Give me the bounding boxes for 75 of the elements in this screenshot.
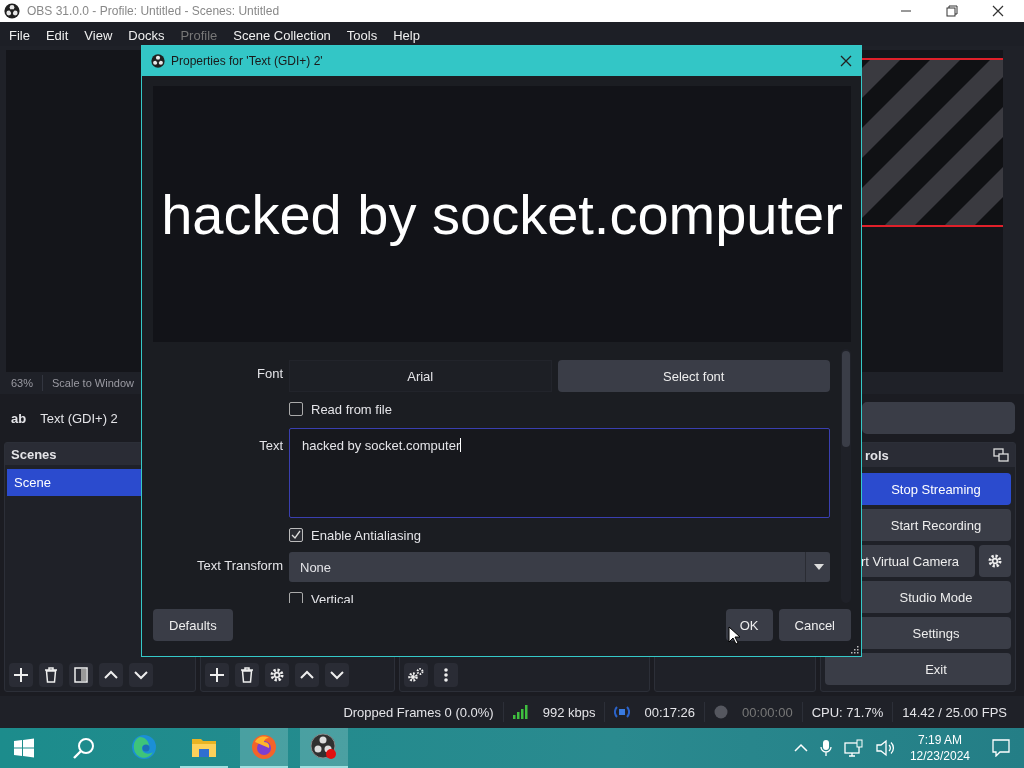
record-time: 00:00:00 (742, 704, 793, 720)
source-toolbar-field[interactable] (862, 402, 1015, 434)
checkbox[interactable] (289, 592, 303, 603)
scrollbar[interactable] (841, 349, 851, 603)
text-input-field[interactable]: hacked by socket.computer (289, 428, 830, 518)
font-name-field: Arial (289, 360, 552, 392)
dock-title: rols (865, 447, 889, 463)
notification-icon[interactable] (992, 739, 1010, 757)
trash-icon[interactable] (39, 663, 63, 687)
checkbox-label[interactable]: Enable Antialiasing (311, 527, 421, 543)
menu-item[interactable]: Scene Collection (232, 25, 338, 43)
mouse-cursor-icon (728, 626, 740, 645)
filter-icon[interactable] (69, 663, 93, 687)
select-font-button[interactable]: Select font (557, 360, 830, 392)
menu-item[interactable]: File (8, 25, 37, 43)
field-label: Text (258, 437, 283, 455)
move-down-icon[interactable] (129, 663, 153, 687)
signal-bars-icon (512, 705, 529, 719)
gears-icon[interactable] (404, 663, 428, 687)
dock-title: Scenes (11, 446, 57, 462)
resize-grip-icon[interactable] (851, 646, 859, 654)
checkbox[interactable] (289, 528, 303, 542)
close-icon[interactable] (992, 5, 1004, 17)
undock-icon[interactable] (993, 448, 1009, 462)
checkbox-label[interactable]: Vertical (311, 591, 354, 603)
caret-down-icon[interactable] (814, 564, 824, 570)
caret-up-icon[interactable] (793, 743, 808, 753)
text-source-icon: ab (11, 410, 27, 426)
clock-time[interactable]: 7:19 AM (917, 732, 962, 748)
restore-icon[interactable] (946, 5, 958, 17)
settings-button[interactable] (979, 545, 1011, 577)
menu-item[interactable]: Help (392, 25, 427, 43)
settings-icon[interactable] (265, 663, 289, 687)
browser-icon[interactable] (240, 728, 288, 768)
cancel-button[interactable]: Cancel (778, 609, 851, 641)
network-icon[interactable] (843, 739, 864, 757)
app-logo-icon (151, 54, 165, 68)
stream-time: 00:17:26 (644, 704, 696, 720)
speaker-icon[interactable] (875, 739, 896, 757)
menu-item[interactable]: Tools (345, 25, 385, 43)
checkbox-label[interactable]: Read from file (311, 401, 392, 417)
control-button[interactable]: Exit (825, 653, 1011, 685)
streaming-icon (614, 706, 631, 718)
dropdown-field[interactable]: None (289, 552, 830, 582)
recorder-app-icon[interactable] (300, 728, 348, 768)
clock-date[interactable]: 12/23/2024 (909, 748, 970, 764)
close-icon[interactable] (840, 55, 852, 67)
add-icon[interactable] (9, 663, 33, 687)
field-label: Text Transform (196, 557, 283, 575)
more-options-icon[interactable] (434, 663, 458, 687)
app-logo-icon (4, 3, 20, 19)
window-title: OBS 31.0.0 - Profile: Untitled - Scenes: Untitled (27, 4, 280, 18)
field-label: Font (256, 365, 283, 383)
menu-item[interactable]: Edit (44, 25, 76, 43)
preview-text: hacked by socket.computer (161, 181, 843, 247)
move-up-icon[interactable] (99, 663, 123, 687)
microphone-icon[interactable] (819, 739, 832, 757)
record-icon (714, 705, 729, 719)
move-down-icon[interactable] (325, 663, 349, 687)
scale-mode-label: Scale to Window (52, 377, 134, 389)
fps-reading: 14.42 / 25.00 FPS (901, 703, 1008, 722)
gear-icon[interactable] (987, 553, 1003, 569)
source-name: Text (GDI+) 2 (40, 410, 118, 426)
add-icon[interactable] (205, 663, 229, 687)
defaults-button[interactable]: Defaults (153, 609, 233, 641)
menu-item[interactable]: Docks (127, 25, 172, 43)
cpu-usage: CPU: 71.7% (802, 702, 894, 722)
move-up-icon[interactable] (295, 663, 319, 687)
checkbox[interactable] (289, 402, 303, 416)
dropped-frames: Dropped Frames 0 (0.0%) (334, 702, 504, 722)
bitrate: 992 kbps (542, 704, 596, 720)
trash-icon[interactable] (235, 663, 259, 687)
menu-item[interactable]: View (83, 25, 120, 43)
zoom-level: 63% (11, 377, 34, 389)
dialog-title: Properties for 'Text (GDI+) 2' (171, 54, 323, 68)
